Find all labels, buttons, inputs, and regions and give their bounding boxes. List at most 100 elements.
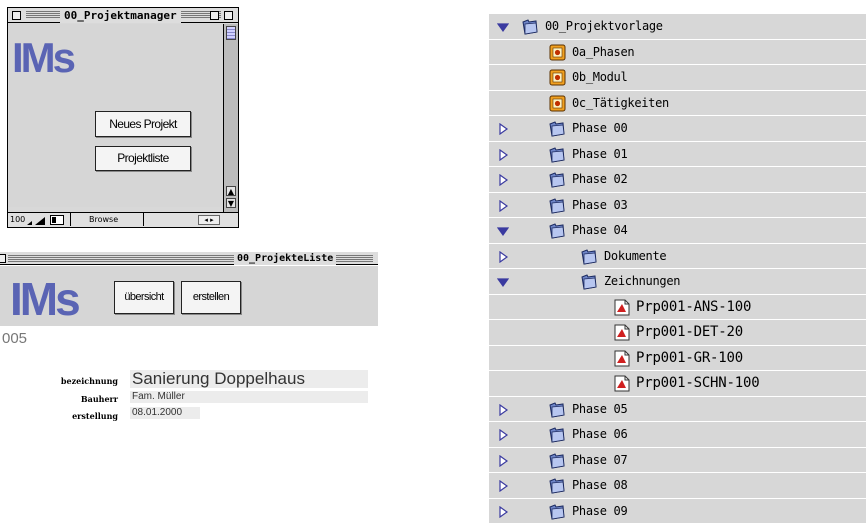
tree-item-label: Prp001-GR-100 (636, 349, 743, 366)
tree-item-label: Zeichnungen (604, 274, 681, 288)
disclosure-closed-icon[interactable] (497, 174, 509, 186)
tree-item-label: Phase 09 (572, 503, 628, 518)
new-project-button[interactable]: Neues Projekt (95, 111, 191, 137)
collapse-box-icon[interactable] (224, 11, 233, 20)
projektmanager-layout-area: IMs Neues Projekt Projektliste (8, 24, 223, 207)
drawing-file-icon[interactable] (613, 299, 630, 316)
tree-row[interactable]: 0a_Phasen (489, 39, 866, 65)
disclosure-closed-icon[interactable] (497, 505, 509, 518)
tree-item-label: Phase 00 (572, 121, 628, 135)
tree-row[interactable]: Phase 03 (489, 192, 866, 218)
tree-row[interactable]: Dokumente (489, 243, 866, 269)
field-label-bauherr: Bauherr (80, 394, 118, 404)
projekteliste-title-bar[interactable]: 00_ProjekteListe (0, 252, 378, 265)
disclosure-closed-icon[interactable] (497, 454, 509, 467)
window-title: 00_Projektmanager (60, 8, 181, 23)
field-value-bauherr[interactable]: Fam. Müller (130, 391, 368, 403)
tree-row[interactable]: 0c_Tätigkeiten (489, 90, 866, 116)
tree-item-label: Phase 05 (572, 401, 628, 416)
folder-icon[interactable] (549, 401, 566, 418)
overview-button[interactable]: übersicht (114, 281, 174, 314)
tree-row[interactable]: Phase 07 (489, 447, 866, 473)
database-file-icon[interactable] (549, 95, 566, 112)
tree-row[interactable]: 00_Projektvorlage (489, 14, 866, 40)
folder-icon[interactable] (549, 426, 566, 443)
tree-item-label: Phase 08 (572, 478, 628, 492)
tree-row[interactable]: Zeichnungen (489, 269, 866, 295)
ims-logo: IMs (12, 34, 76, 81)
scroll-up-arrow-icon[interactable]: ▲ (226, 186, 236, 196)
tree-row[interactable]: Phase 06 (489, 422, 866, 448)
folder-icon[interactable] (549, 503, 566, 520)
folder-icon[interactable] (549, 452, 566, 469)
tree-row[interactable]: Prp001-ANS-100 (489, 294, 866, 320)
disclosure-closed-icon[interactable] (497, 199, 509, 212)
project-number: 005 (2, 330, 28, 347)
disclosure-closed-icon[interactable] (497, 403, 509, 416)
disclosure-closed-icon[interactable] (497, 123, 509, 135)
folder-icon[interactable] (549, 222, 566, 239)
database-file-icon[interactable] (549, 44, 566, 61)
tree-item-label: Prp001-ANS-100 (636, 298, 752, 315)
tree-row[interactable]: Prp001-DET-20 (489, 320, 866, 346)
scroll-thumb[interactable] (226, 26, 236, 40)
disclosure-closed-icon[interactable] (497, 480, 509, 492)
folder-icon[interactable] (549, 477, 566, 494)
disclosure-closed-icon[interactable] (497, 148, 509, 161)
field-label-erstellung: erstellung (72, 411, 118, 421)
tree-row[interactable]: Phase 09 (489, 498, 866, 523)
zoom-slider-icon[interactable] (27, 215, 47, 225)
tree-row[interactable]: 0b_Modul (489, 65, 866, 91)
tree-row[interactable]: Prp001-GR-100 (489, 345, 866, 371)
status-bar: 100 Browse ◂ ▸ (8, 212, 238, 227)
window-box-icon[interactable] (0, 254, 6, 263)
disclosure-open-icon[interactable] (497, 276, 509, 288)
project-list-button[interactable]: Projektliste (95, 146, 191, 171)
drawing-file-icon[interactable] (613, 350, 630, 367)
tree-item-label: Prp001-DET-20 (636, 324, 743, 340)
folder-icon[interactable] (549, 120, 566, 137)
tree-row[interactable]: Phase 00 (489, 116, 866, 142)
tree-row[interactable]: Phase 04 (489, 218, 866, 244)
disclosure-closed-icon[interactable] (497, 250, 509, 263)
projektmanager-window: 00_Projektmanager IMs Neues Projekt Proj… (7, 7, 239, 228)
horizontal-scroll-arrows-icon[interactable]: ◂ ▸ (198, 215, 220, 225)
projekteliste-header: IMs übersicht erstellen (0, 266, 378, 326)
tree-row[interactable]: Prp001-SCHN-100 (489, 371, 866, 397)
ims-logo: IMs (10, 273, 81, 325)
tree-row[interactable]: Phase 02 (489, 167, 866, 193)
projektmanager-title-bar[interactable]: 00_Projektmanager (8, 8, 238, 23)
tree-item-label: 0a_Phasen (572, 44, 635, 59)
create-button[interactable]: erstellen (181, 281, 241, 314)
tree-item-label: 00_Projektvorlage (545, 19, 663, 33)
folder-icon[interactable] (549, 171, 566, 188)
tree-item-label: Phase 01 (572, 146, 628, 161)
tree-row[interactable]: Phase 05 (489, 396, 866, 422)
folder-icon[interactable] (581, 248, 598, 265)
zoom-level[interactable]: 100 (10, 213, 25, 227)
folder-icon[interactable] (549, 146, 566, 163)
zoom-box-icon[interactable] (210, 11, 219, 20)
close-box-icon[interactable] (12, 11, 21, 20)
scroll-down-arrow-icon[interactable]: ▼ (226, 198, 236, 208)
tree-row[interactable]: Phase 01 (489, 141, 866, 167)
disclosure-open-icon[interactable] (497, 21, 509, 33)
layout-mode-icon[interactable] (50, 215, 64, 225)
field-value-erstellung[interactable]: 08.01.2000 (130, 407, 200, 419)
tree-row[interactable]: Phase 08 (489, 473, 866, 499)
tree-item-label: Phase 03 (572, 197, 628, 212)
vertical-scrollbar[interactable]: ▲ ▼ (223, 24, 238, 212)
database-file-icon[interactable] (549, 69, 566, 86)
disclosure-open-icon[interactable] (497, 225, 509, 237)
folder-icon[interactable] (581, 273, 598, 290)
drawing-file-icon[interactable] (613, 324, 630, 341)
drawing-file-icon[interactable] (613, 375, 630, 392)
tree-item-label: 0c_Tätigkeiten (572, 95, 669, 110)
folder-icon[interactable] (549, 197, 566, 214)
project-tree: 00_Projektvorlage 0a_Phasen 0b_Modul 0c_Tät… (489, 14, 866, 523)
disclosure-closed-icon[interactable] (497, 429, 509, 441)
tree-item-label: Phase 06 (572, 427, 628, 441)
field-value-bezeichnung[interactable]: Sanierung Doppelhaus (130, 370, 368, 388)
mode-selector[interactable]: Browse (70, 213, 144, 226)
folder-icon[interactable] (522, 18, 539, 35)
